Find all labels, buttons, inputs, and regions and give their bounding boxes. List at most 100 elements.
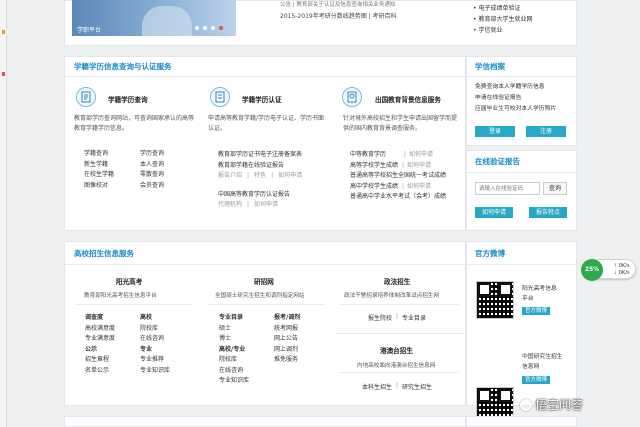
col3-title[interactable]: 出国教育背景信息服务	[375, 94, 441, 104]
archive-lines: 免费查询本人学籍学历信息 申请在线验证报告 应届毕业生可校对本人学历照片	[475, 82, 556, 115]
link-xueji-query[interactable]: 学籍查询	[84, 149, 140, 160]
yanzhao-links: 专业目录 报考/调剂 硕士 统考网报 博士 网上公告 高校/专业 网上调剂 院校库 推免服…	[219, 313, 300, 387]
link-new-student[interactable]: 新生学籍	[84, 160, 140, 171]
login-button[interactable]: 登录	[475, 126, 515, 137]
divider	[466, 172, 577, 173]
top-center-line1[interactable]: 公告 | 教育部关于认证及信息查询相关业务通知	[280, 0, 395, 8]
link-gaokao-scores[interactable]: 普通高等学校招生全国统一考试成绩	[350, 171, 446, 182]
link-publicity[interactable]: 公示	[85, 345, 140, 356]
net-speed-widget[interactable]: 25% ↑ 0K/s ↓ 0K/s	[581, 259, 636, 281]
link-zf-catalog[interactable]: 专业目录	[402, 313, 426, 322]
link-how-apply-2[interactable]: 如何申请	[254, 200, 278, 211]
report-features-button[interactable]: 报告特点	[529, 207, 567, 218]
link-enrolled[interactable]: 在校生学籍	[84, 170, 140, 181]
upload-speed: ↑ 0K/s	[613, 263, 630, 269]
link-master[interactable]: 硕士	[219, 324, 274, 335]
col1-links: 学籍查询 学历查询 新生学籍 本人查询 在校生学籍 零散查询 图像校对 会员查询	[84, 149, 164, 191]
link-registration-form[interactable]: 教育部学历证书电子注册备案表	[218, 150, 302, 161]
divider	[336, 333, 464, 334]
link-high-school-scores[interactable]: 高中学校学生成绩	[350, 182, 398, 193]
carousel-dot[interactable]	[211, 26, 215, 30]
banner-figure	[142, 6, 192, 36]
link-online-verify-report[interactable]: 教育部学籍在线验证报告	[218, 161, 302, 172]
link-secondary-edu[interactable]: 中等教育学历	[350, 150, 386, 161]
carousel-dot[interactable]	[195, 26, 199, 30]
link-higher-scores[interactable]: 高等学校学生成绩	[350, 161, 398, 172]
link-undergrad[interactable]: 本科生招生	[362, 382, 392, 391]
link-admission-rules[interactable]: 招生章程	[85, 355, 140, 366]
link-xueli-query[interactable]: 学历查询	[140, 149, 164, 160]
archive-line[interactable]: 应届毕业生可校对本人学历照片	[475, 104, 556, 115]
gat-title[interactable]: 港澳台招生	[380, 345, 413, 355]
link-graduate[interactable]: 研究生招生	[402, 382, 432, 391]
link-list-publicity[interactable]: 名单公示	[85, 366, 140, 377]
link-member-query[interactable]: 会员查询	[140, 181, 164, 192]
verify-code-input[interactable]	[475, 182, 540, 195]
how-apply-button[interactable]: 如何申请	[475, 207, 513, 218]
top-right-item[interactable]: • 教育部大学生就业网	[473, 14, 532, 25]
link-online-consult[interactable]: 在线咨询	[140, 334, 164, 345]
weibo1-line1: 阳光高考信息	[522, 286, 557, 292]
link-college-major[interactable]: 高校/专业	[219, 345, 274, 356]
link-self-query[interactable]: 本人查询	[140, 160, 164, 171]
link-unified-apply[interactable]: 统考网报	[274, 324, 298, 335]
col2-desc: 申请高等教育学籍/学历电子认证、学历书面认证。	[208, 115, 325, 132]
verify-title: 在线验证报告	[475, 157, 520, 166]
link-major-knowledge[interactable]: 专业知识库	[140, 366, 170, 377]
link-how-apply[interactable]: 如何申请	[278, 171, 302, 182]
link-college-db[interactable]: 院校库	[140, 324, 158, 335]
col1-title[interactable]: 学籍学历查询	[108, 94, 148, 104]
link-survey[interactable]: 调查度	[85, 313, 140, 324]
qr-code-sunshine	[476, 281, 514, 319]
link-major-recommend[interactable]: 专业推荐	[140, 355, 164, 366]
register-button[interactable]: 注册	[526, 126, 566, 137]
link-doctor[interactable]: 博士	[219, 334, 274, 345]
col2-title[interactable]: 学籍学历认证	[242, 94, 282, 104]
gat-desc: 内地高校面向港澳台招生信息网	[357, 363, 436, 369]
watermark: 悟空问答	[520, 396, 583, 413]
archive-line[interactable]: 免费查询本人学籍学历信息	[475, 82, 556, 93]
watermark-logo-icon	[520, 398, 532, 411]
link-how-apply-d[interactable]: 如何申请	[407, 182, 431, 193]
yanzhao-title[interactable]: 研招网	[254, 276, 274, 286]
link-majors[interactable]: 专业	[140, 345, 152, 356]
link-online-consult-2[interactable]: 在线咨询	[219, 366, 274, 377]
link-zf-colleges[interactable]: 报生院校	[368, 313, 392, 322]
link-online-adjust[interactable]: 网上调剂	[274, 345, 298, 356]
link-features[interactable]: 特色	[254, 171, 266, 182]
link-scattered-query[interactable]: 零散查询	[140, 170, 164, 181]
divider	[208, 304, 325, 305]
link-major-catalog[interactable]: 专业目录	[219, 313, 274, 324]
link-major-knowledge-2[interactable]: 专业知识库	[219, 376, 274, 387]
link-cn-cert-report[interactable]: 中国高等教育学历认证报告	[218, 190, 302, 201]
verify-query-button[interactable]: 查询	[543, 182, 567, 195]
carousel-dot-active[interactable]	[219, 26, 223, 30]
link-recommend-service[interactable]: 推免服务	[274, 355, 298, 366]
link-apply-adjust[interactable]: 报考/调剂	[274, 313, 300, 324]
left-window-edge	[0, 0, 7, 427]
zhengfa-title[interactable]: 政法招生	[384, 276, 410, 286]
weibo2-button[interactable]: 官方微博	[522, 376, 551, 384]
link-colleges[interactable]: 高校	[140, 313, 152, 324]
link-major-satisfaction[interactable]: 专业满意度	[85, 334, 140, 345]
archive-line[interactable]: 申请在线验证报告	[475, 93, 556, 104]
weibo1-button[interactable]: 官方微博	[522, 307, 551, 315]
link-image-check[interactable]: 图像校对	[84, 181, 140, 192]
sunshine-gaokao-desc: 教育部阳光高考招生信息平台	[84, 293, 157, 299]
top-right-item[interactable]: • 电子成绩单验证	[473, 3, 532, 14]
weibo2-line1: 中国研究生招生	[522, 354, 563, 360]
top-center-line2[interactable]: 2015-2019年考研分数线趋势图 | 考研百科	[280, 11, 397, 20]
link-report-intro[interactable]: 报告介绍	[218, 171, 242, 182]
carousel-dot[interactable]	[203, 26, 207, 30]
link-online-notice[interactable]: 网上公告	[274, 334, 298, 345]
top-right-item[interactable]: • 学信就业	[473, 25, 532, 36]
sunshine-gaokao-title[interactable]: 阳光高考	[116, 276, 142, 286]
link-how-apply-b[interactable]: 如何申请	[407, 161, 431, 172]
link-college-satisfaction[interactable]: 高校满意度	[85, 324, 140, 335]
link-college-db-2[interactable]: 院校库	[219, 355, 274, 366]
link-how-apply-a[interactable]: 如何申请	[409, 150, 433, 161]
link-huikao-scores[interactable]: 普通高中学业水平考试（会考）成绩	[350, 192, 446, 203]
link-agency[interactable]: 代理机构	[218, 200, 242, 211]
top-banner[interactable]: 学职平台	[72, 0, 236, 36]
next-panel-right	[466, 416, 577, 427]
